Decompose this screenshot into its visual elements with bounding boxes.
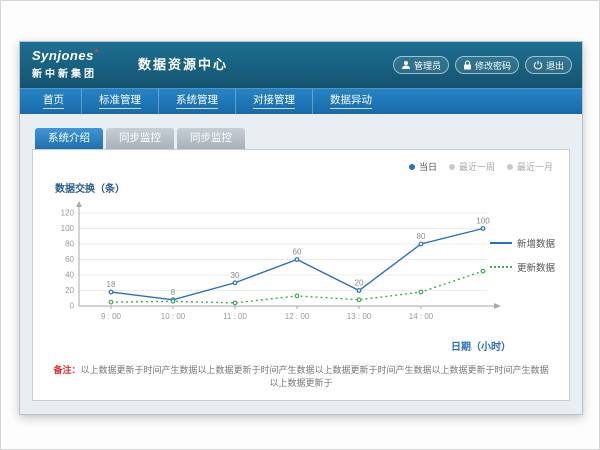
- svg-text:60: 60: [293, 248, 302, 257]
- legend-dot: [449, 164, 455, 170]
- tab-sync-monitor-1[interactable]: 同步监控: [106, 128, 174, 149]
- logout-icon: [533, 60, 543, 70]
- svg-text:80: 80: [417, 232, 426, 241]
- logo: Synjones 新中新集团: [32, 49, 98, 80]
- svg-text:12 : 00: 12 : 00: [285, 312, 310, 321]
- main-nav: 首页 标准管理 系统管理 对接管理 数据异动: [20, 88, 582, 114]
- svg-text:11 : 00: 11 : 00: [223, 312, 247, 321]
- legend-today[interactable]: 当日: [409, 160, 437, 173]
- tab-system-intro[interactable]: 系统介绍: [35, 128, 103, 149]
- range-legend: 当日 最近一周 最近一月: [409, 160, 553, 173]
- change-password-button[interactable]: 修改密码: [455, 56, 519, 74]
- legend-dot: [409, 164, 415, 170]
- solid-line-sample: [490, 242, 512, 244]
- legend-last-week[interactable]: 最近一周: [449, 160, 495, 173]
- svg-text:0: 0: [70, 302, 75, 311]
- svg-text:9 : 00: 9 : 00: [101, 312, 122, 321]
- tab-bar: 系统介绍 同步监控 同步监控: [32, 128, 570, 149]
- user-icon: [401, 60, 411, 70]
- svg-text:60: 60: [65, 255, 74, 264]
- svg-text:20: 20: [65, 286, 74, 295]
- dotted-line-sample: [490, 266, 512, 268]
- svg-text:20: 20: [355, 279, 364, 288]
- svg-text:14 : 00: 14 : 00: [409, 312, 434, 321]
- svg-text:100: 100: [61, 224, 75, 233]
- nav-underline: [99, 108, 141, 109]
- admin-user-button[interactable]: 管理员: [393, 56, 449, 74]
- admin-user-label: 管理员: [414, 59, 441, 72]
- x-axis-title: 日期（小时）: [451, 338, 511, 353]
- logout-label: 退出: [546, 59, 564, 72]
- lock-icon: [463, 60, 472, 70]
- app-header: Synjones 新中新集团 数据资源中心 管理员 修改密码 退出: [20, 42, 582, 88]
- nav-underline: [330, 108, 372, 109]
- chart-panel: 当日 最近一周 最近一月 数据交换（条） 0 20 40 60 80 100 120 9 : …: [32, 149, 570, 401]
- chart-area: 0 20 40 60 80 100 120 9 : 00 10 : 00 11 : 00 12 : …: [47, 198, 502, 333]
- svg-text:13 : 00: 13 : 00: [347, 312, 372, 321]
- remark-label: 备注：: [53, 365, 80, 375]
- svg-text:120: 120: [61, 209, 75, 218]
- nav-item-standard-mgmt[interactable]: 标准管理: [81, 89, 158, 114]
- logo-text-cn: 新中新集团: [32, 65, 98, 80]
- logo-text-en: Synjones: [32, 48, 94, 63]
- page-title: 数据资源中心: [138, 42, 228, 88]
- nav-underline: [43, 108, 64, 109]
- series-legend-updated-data[interactable]: 更新数据: [490, 260, 555, 274]
- svg-text:40: 40: [65, 271, 74, 280]
- svg-text:10 : 00: 10 : 00: [161, 312, 186, 321]
- line-chart: 0 20 40 60 80 100 120 9 : 00 10 : 00 11 : 00 12 : …: [47, 198, 502, 328]
- svg-text:100: 100: [476, 217, 490, 226]
- nav-item-system-mgmt[interactable]: 系统管理: [158, 89, 235, 114]
- legend-dot: [507, 164, 513, 170]
- content-area: 系统介绍 同步监控 同步监控 当日 最近一周 最近一月 数据交换（条） 0 20 4…: [20, 114, 582, 401]
- nav-item-home[interactable]: 首页: [26, 89, 81, 114]
- change-password-label: 修改密码: [475, 59, 511, 72]
- legend-last-month[interactable]: 最近一月: [507, 160, 553, 173]
- series-legend-new-data[interactable]: 新增数据: [490, 236, 555, 250]
- remark-text: 以上数据更新于时间产生数据以上数据更新于时间产生数据以上数据更新于时间产生数据以…: [81, 365, 549, 388]
- nav-item-data-change[interactable]: 数据异动: [312, 89, 389, 114]
- header-actions: 管理员 修改密码 退出: [393, 56, 572, 74]
- tab-sync-monitor-2[interactable]: 同步监控: [177, 128, 245, 149]
- logo-red-dot: [95, 49, 98, 52]
- svg-text:30: 30: [231, 271, 240, 280]
- nav-underline: [176, 108, 218, 109]
- remark-note: 备注：以上数据更新于时间产生数据以上数据更新于时间产生数据以上数据更新于时间产生…: [33, 364, 569, 390]
- svg-text:8: 8: [171, 288, 176, 297]
- screenshot-stage: Synjones 新中新集团 数据资源中心 管理员 修改密码 退出: [0, 0, 600, 450]
- y-axis-title: 数据交换（条）: [55, 180, 125, 195]
- app-window: Synjones 新中新集团 数据资源中心 管理员 修改密码 退出: [19, 41, 583, 415]
- nav-item-connect-mgmt[interactable]: 对接管理: [235, 89, 312, 114]
- nav-underline: [253, 108, 295, 109]
- series-legend: 新增数据 更新数据: [490, 236, 555, 274]
- logout-button[interactable]: 退出: [525, 56, 572, 74]
- svg-text:18: 18: [107, 280, 116, 289]
- svg-text:80: 80: [65, 240, 74, 249]
